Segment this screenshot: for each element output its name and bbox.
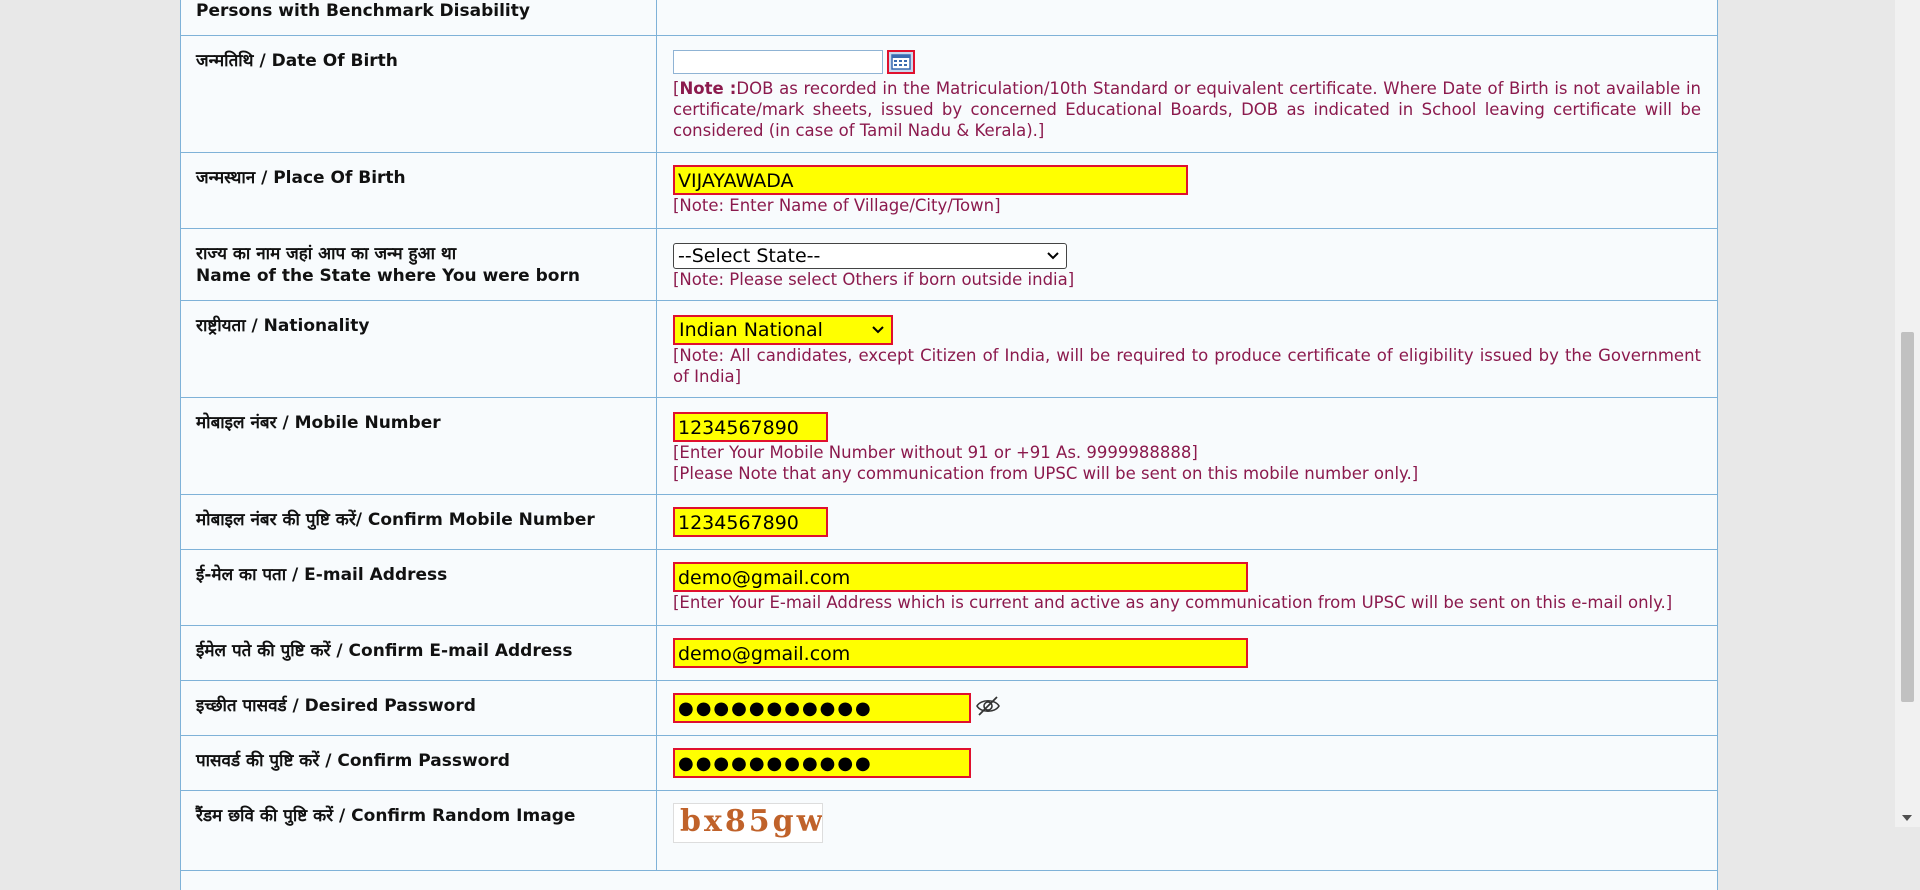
label-text: Persons with Benchmark Disability xyxy=(196,1,530,21)
label-text: ईमेल पते की पुष्टि करें / Confirm E-mail… xyxy=(196,640,573,661)
eye-slash-icon[interactable] xyxy=(975,695,1001,721)
row-confirm-email: ईमेल पते की पुष्टि करें / Confirm E-mail… xyxy=(181,625,1717,681)
scrollbar-thumb[interactable] xyxy=(1901,332,1914,702)
field-captcha: bx85gw xyxy=(656,790,1717,871)
mobile-note-1: [Enter Your Mobile Number without 91 or … xyxy=(673,442,1198,462)
field-email: demo@gmail.com [Enter Your E-mail Addres… xyxy=(656,549,1717,626)
email-note: [Enter Your E-mail Address which is curr… xyxy=(673,592,1673,612)
row-password: इच्छीत पासवर्ड / Desired Password ●●●●●●… xyxy=(181,680,1717,736)
row-confirm-password: पासवर्ड की पुष्टि करें / Confirm Passwor… xyxy=(181,735,1717,791)
label-confirm-mobile: मोबाइल नंबर की पुष्टि करें/ Confirm Mobi… xyxy=(181,494,657,550)
birth-state-select[interactable]: --Select State-- xyxy=(673,242,1067,269)
nationality-select-value: Indian National xyxy=(679,318,823,341)
label-text: पासवर्ड की पुष्टि करें / Confirm Passwor… xyxy=(196,750,510,771)
row-nationality: राष्ट्रीयता / Nationality Indian Nationa… xyxy=(181,300,1717,398)
label-disability: Persons with Benchmark Disability xyxy=(181,0,657,36)
mobile-note-2: [Please Note that any communication from… xyxy=(673,463,1419,483)
row-place-of-birth: जन्मस्थान / Place Of Birth VIJAYAWADA [N… xyxy=(181,152,1717,229)
mobile-input[interactable]: 1234567890 xyxy=(673,411,828,442)
field-confirm-mobile: 1234567890 xyxy=(656,494,1717,550)
label-text-english: Name of the State where You were born xyxy=(196,265,580,286)
label-dob: जन्मतिथि / Date Of Birth xyxy=(181,35,657,153)
label-confirm-email: ईमेल पते की पुष्टि करें / Confirm E-mail… xyxy=(181,625,657,681)
field-birth-state: --Select State-- [Note: Please select Ot… xyxy=(656,228,1717,301)
vertical-scrollbar[interactable] xyxy=(1895,0,1920,827)
label-confirm-password: पासवर्ड की पुष्टि करें / Confirm Passwor… xyxy=(181,735,657,791)
label-password: इच्छीत पासवर्ड / Desired Password xyxy=(181,680,657,736)
label-text: मोबाइल नंबर / Mobile Number xyxy=(196,412,441,433)
dob-input[interactable] xyxy=(673,49,883,74)
label-email: ई-मेल का पता / E-mail Address xyxy=(181,549,657,626)
captcha-image: bx85gw xyxy=(673,802,823,843)
row-confirm-mobile: मोबाइल नंबर की पुष्टि करें/ Confirm Mobi… xyxy=(181,494,1717,550)
label-text-hindi: राज्य का नाम जहां आप का जन्म हुआ था xyxy=(196,243,457,264)
row-email: ई-मेल का पता / E-mail Address demo@gmail… xyxy=(181,549,1717,626)
field-disability: No xyxy=(656,0,1717,36)
row-disability: Persons with Benchmark Disability No xyxy=(181,0,1717,36)
field-password: ●●●●●●●●●●● xyxy=(656,680,1717,736)
place-of-birth-input[interactable]: VIJAYAWADA xyxy=(673,164,1188,195)
row-birth-state: राज्य का नाम जहां आप का जन्म हुआ था Name… xyxy=(181,228,1717,301)
label-nationality: राष्ट्रीयता / Nationality xyxy=(181,300,657,398)
email-input[interactable]: demo@gmail.com xyxy=(673,561,1248,592)
row-dob: जन्मतिथि / Date Of Birth [Note:DOB as r… xyxy=(181,35,1717,153)
dob-note-prefix: Note : xyxy=(679,78,737,98)
row-captcha: रैंडम छवि की पुष्टि करें / Confirm Rando… xyxy=(181,790,1717,871)
label-mobile: मोबाइल नंबर / Mobile Number xyxy=(181,397,657,495)
scroll-down-arrow-icon[interactable] xyxy=(1902,815,1912,821)
field-nationality: Indian National [Note: All candidates, e… xyxy=(656,300,1717,398)
field-confirm-email: demo@gmail.com xyxy=(656,625,1717,681)
label-text: मोबाइल नंबर की पुष्टि करें/ Confirm Mobi… xyxy=(196,509,595,530)
field-mobile: 1234567890 [Enter Your Mobile Number wit… xyxy=(656,397,1717,495)
label-text: जन्मतिथि / Date Of Birth xyxy=(196,50,398,71)
label-text: ई-मेल का पता / E-mail Address xyxy=(196,564,448,585)
dob-input-group xyxy=(673,49,1701,76)
birth-state-note: [Note: Please select Others if born outs… xyxy=(673,269,1075,289)
calendar-icon[interactable] xyxy=(887,49,915,74)
label-text: राष्ट्रीयता / Nationality xyxy=(196,315,370,336)
field-place-of-birth: VIJAYAWADA [Note: Enter Name of Village/… xyxy=(656,152,1717,229)
row-mobile: मोबाइल नंबर / Mobile Number 1234567890 [… xyxy=(181,397,1717,495)
confirm-mobile-input[interactable]: 1234567890 xyxy=(673,506,828,537)
confirm-email-input[interactable]: demo@gmail.com xyxy=(673,637,1248,668)
dob-note: [Note :DOB as recorded in the Matriculat… xyxy=(673,78,1701,140)
place-of-birth-note: [Note: Enter Name of Village/City/Town] xyxy=(673,195,1001,215)
dob-note-text: DOB as recorded in the Matriculation/10t… xyxy=(673,78,1701,140)
chevron-down-icon xyxy=(871,317,885,352)
label-text: जन्मस्थान / Place Of Birth xyxy=(196,167,406,188)
label-text: इच्छीत पासवर्ड / Desired Password xyxy=(196,695,476,716)
password-group: ●●●●●●●●●●● xyxy=(673,692,1701,723)
label-birth-state: राज्य का नाम जहां आप का जन्म हुआ था Name… xyxy=(181,228,657,301)
confirm-password-input[interactable]: ●●●●●●●●●●● xyxy=(673,747,971,778)
field-confirm-password: ●●●●●●●●●●● xyxy=(656,735,1717,791)
chevron-down-icon xyxy=(1046,244,1060,276)
field-dob: [Note :DOB as recorded in the Matriculat… xyxy=(656,35,1717,153)
nationality-select[interactable]: Indian National xyxy=(673,314,893,345)
label-text: रैंडम छवि की पुष्टि करें / Confirm Rando… xyxy=(196,805,576,826)
registration-form: Persons with Benchmark Disability No जन्… xyxy=(180,0,1718,890)
label-captcha: रैंडम छवि की पुष्टि करें / Confirm Rando… xyxy=(181,790,657,871)
nationality-note: [Note: All candidates, except Citizen of… xyxy=(673,345,1701,386)
label-place-of-birth: जन्मस्थान / Place Of Birth xyxy=(181,152,657,229)
form-table: Persons with Benchmark Disability No जन्… xyxy=(181,0,1717,871)
password-input[interactable]: ●●●●●●●●●●● xyxy=(673,692,971,723)
birth-state-select-value: --Select State-- xyxy=(678,244,821,267)
